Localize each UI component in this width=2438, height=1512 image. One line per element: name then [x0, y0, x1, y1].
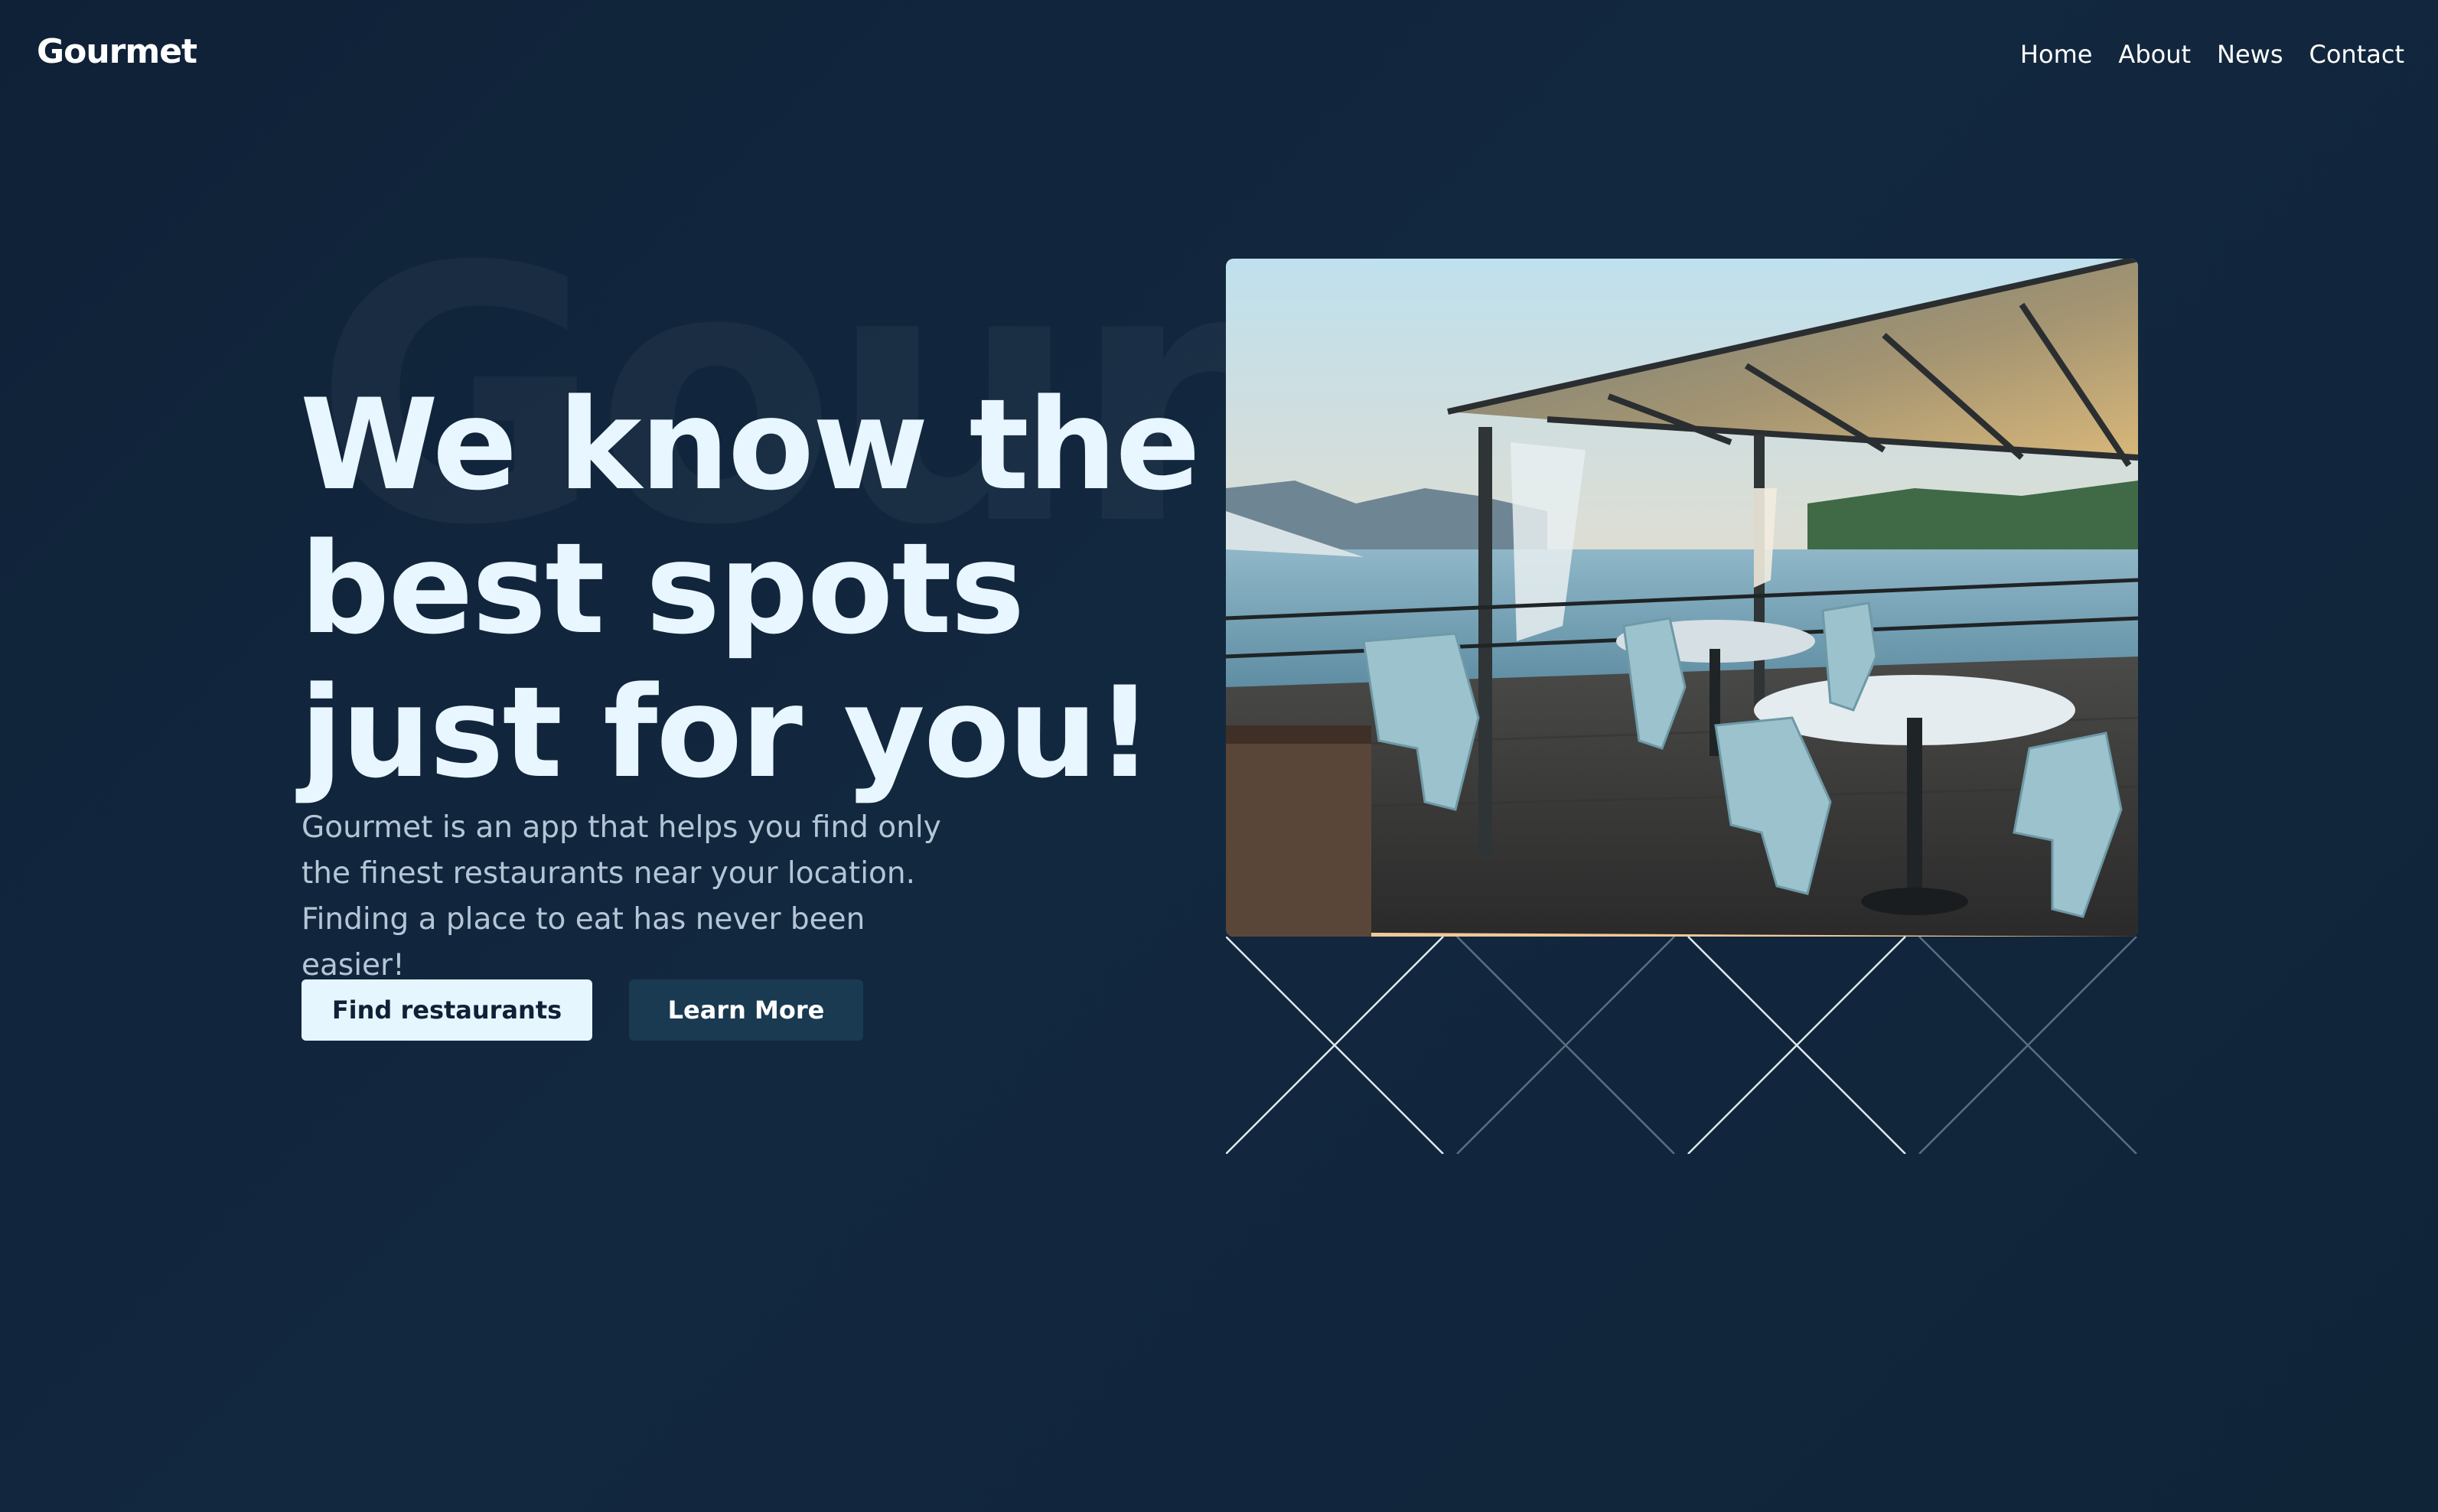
navbar: Gourmet Home About News Contact — [0, 0, 2438, 115]
nav-link-contact[interactable]: Contact — [2309, 40, 2405, 69]
lattice-pattern-icon — [1226, 937, 2137, 1154]
nav-link-about[interactable]: About — [2118, 40, 2191, 69]
nav-links: Home About News Contact — [2020, 40, 2404, 69]
learn-more-button[interactable]: Learn More — [629, 979, 863, 1041]
find-restaurants-button[interactable]: Find restaurants — [301, 979, 592, 1041]
nav-link-home[interactable]: Home — [2020, 40, 2093, 69]
nav-link-news[interactable]: News — [2217, 40, 2283, 69]
hero-description: Gourmet is an app that helps you find on… — [301, 810, 941, 982]
decorative-lattice — [1226, 937, 2138, 1154]
hero-title: We know the best spots just for you! — [300, 372, 1201, 806]
restaurant-terrace-illustration — [1226, 259, 2138, 937]
restaurant-photo — [1226, 259, 2138, 937]
logo[interactable]: Gourmet — [37, 32, 197, 71]
